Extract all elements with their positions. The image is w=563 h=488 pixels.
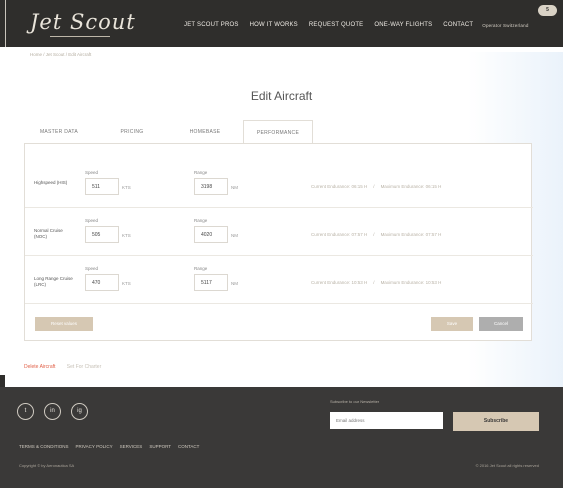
operator-menu[interactable]: Operator Switzerland	[482, 22, 528, 28]
copyright-right: © 2016 Jet Scout all rights reserved	[475, 463, 539, 468]
range-unit: NM	[231, 281, 238, 286]
speed-label: Speed	[85, 266, 99, 271]
range-label: Range	[194, 218, 208, 223]
tab-homebase[interactable]: HOMEBASE	[170, 120, 240, 144]
row-name: Long Range Cruise (LRC)	[34, 276, 73, 287]
range-unit: NM	[231, 233, 238, 238]
footer-link-terms[interactable]: TERMS & CONDITIONS	[19, 444, 69, 449]
newsletter-email-input[interactable]	[330, 412, 443, 429]
footer-link-services[interactable]: SERVICES	[120, 444, 143, 449]
range-input[interactable]: 4020	[194, 226, 228, 243]
row-name: Normal Cruise (NOC)	[34, 228, 63, 239]
speed-input[interactable]: 470	[85, 274, 119, 291]
tab-bar: MASTER DATA PRICING HOMEBASE PERFORMANCE	[24, 120, 316, 144]
tab-performance[interactable]: PERFORMANCE	[243, 120, 313, 144]
performance-panel: Highspeed (HIS) Speed 511 KTS Range 3198…	[24, 143, 533, 341]
main-nav: JET SCOUT PROS HOW IT WORKS REQUEST QUOT…	[184, 22, 529, 28]
newsletter-label: Subscribe to our Newsletter	[330, 399, 380, 404]
endurance-text: Current Endurance: 06:15 H / Maximum Endur…	[311, 184, 442, 189]
page-title: Edit Aircraft	[250, 89, 313, 103]
tab-master-data[interactable]: MASTER DATA	[24, 120, 94, 144]
speed-unit: KTS	[122, 185, 131, 190]
speed-unit: KTS	[122, 233, 131, 238]
instagram-icon[interactable]: ig	[71, 403, 88, 420]
endurance-text: Current Endurance: 10:53 H / Maximum Endur…	[311, 280, 442, 285]
secondary-link[interactable]: Set For Charter	[67, 364, 101, 370]
notification-badge[interactable]: 5	[538, 5, 557, 16]
delete-aircraft-link[interactable]: Delete Aircraft	[24, 364, 55, 370]
footer-link-privacy[interactable]: PRIVACY POLICY	[76, 444, 113, 449]
speed-input[interactable]: 505	[85, 226, 119, 243]
range-input[interactable]: 3198	[194, 178, 228, 195]
range-unit: NM	[231, 185, 238, 190]
speed-unit: KTS	[122, 281, 131, 286]
cancel-button[interactable]: Cancel	[479, 317, 523, 331]
footer-links: TERMS & CONDITIONS PRIVACY POLICY SERVIC…	[19, 444, 199, 449]
aircraft-actions: Delete Aircraft Set For Charter	[24, 364, 101, 370]
speed-input[interactable]: 511	[85, 178, 119, 195]
row-name: Highspeed (HIS)	[34, 180, 68, 185]
left-edge-top	[0, 0, 5, 47]
performance-row-noc: Normal Cruise (NOC) Speed 505 KTS Range …	[25, 208, 533, 256]
nav-request-quote[interactable]: REQUEST QUOTE	[309, 22, 364, 28]
linkedin-icon[interactable]: in	[44, 403, 61, 420]
speed-label: Speed	[85, 170, 99, 175]
range-label: Range	[194, 170, 208, 175]
endurance-text: Current Endurance: 07:57 H / Maximum Endur…	[311, 232, 442, 237]
performance-row-his: Highspeed (HIS) Speed 511 KTS Range 3198…	[25, 160, 533, 208]
reset-values-button[interactable]: Reset values	[35, 317, 93, 331]
footer: t in ig Subscribe to our Newsletter Subs…	[0, 387, 563, 488]
logo[interactable]: Jet Scout	[30, 10, 136, 37]
tab-pricing[interactable]: PRICING	[97, 120, 167, 144]
nav-one-way-flights[interactable]: ONE-WAY FLIGHTS	[374, 22, 432, 28]
nav-jet-scout-pros[interactable]: JET SCOUT PROS	[184, 22, 239, 28]
copyright-left: Copyright © by Aeronautica SA	[19, 463, 75, 468]
top-navigation-bar: Jet Scout JET SCOUT PROS HOW IT WORKS RE…	[0, 0, 563, 47]
subscribe-button[interactable]: Subscribe	[453, 412, 539, 431]
save-button[interactable]: Save	[431, 317, 473, 331]
speed-label: Speed	[85, 218, 99, 223]
range-label: Range	[194, 266, 208, 271]
range-input[interactable]: 5117	[194, 274, 228, 291]
footer-link-contact[interactable]: CONTACT	[178, 444, 199, 449]
performance-row-lrc: Long Range Cruise (LRC) Speed 470 KTS Ra…	[25, 256, 533, 304]
twitter-icon[interactable]: t	[17, 403, 34, 420]
breadcrumb: Home / Jet Scout / Edit Aircraft	[30, 52, 92, 57]
nav-contact[interactable]: CONTACT	[443, 22, 473, 28]
nav-how-it-works[interactable]: HOW IT WORKS	[250, 22, 298, 28]
footer-link-support[interactable]: SUPPORT	[149, 444, 171, 449]
